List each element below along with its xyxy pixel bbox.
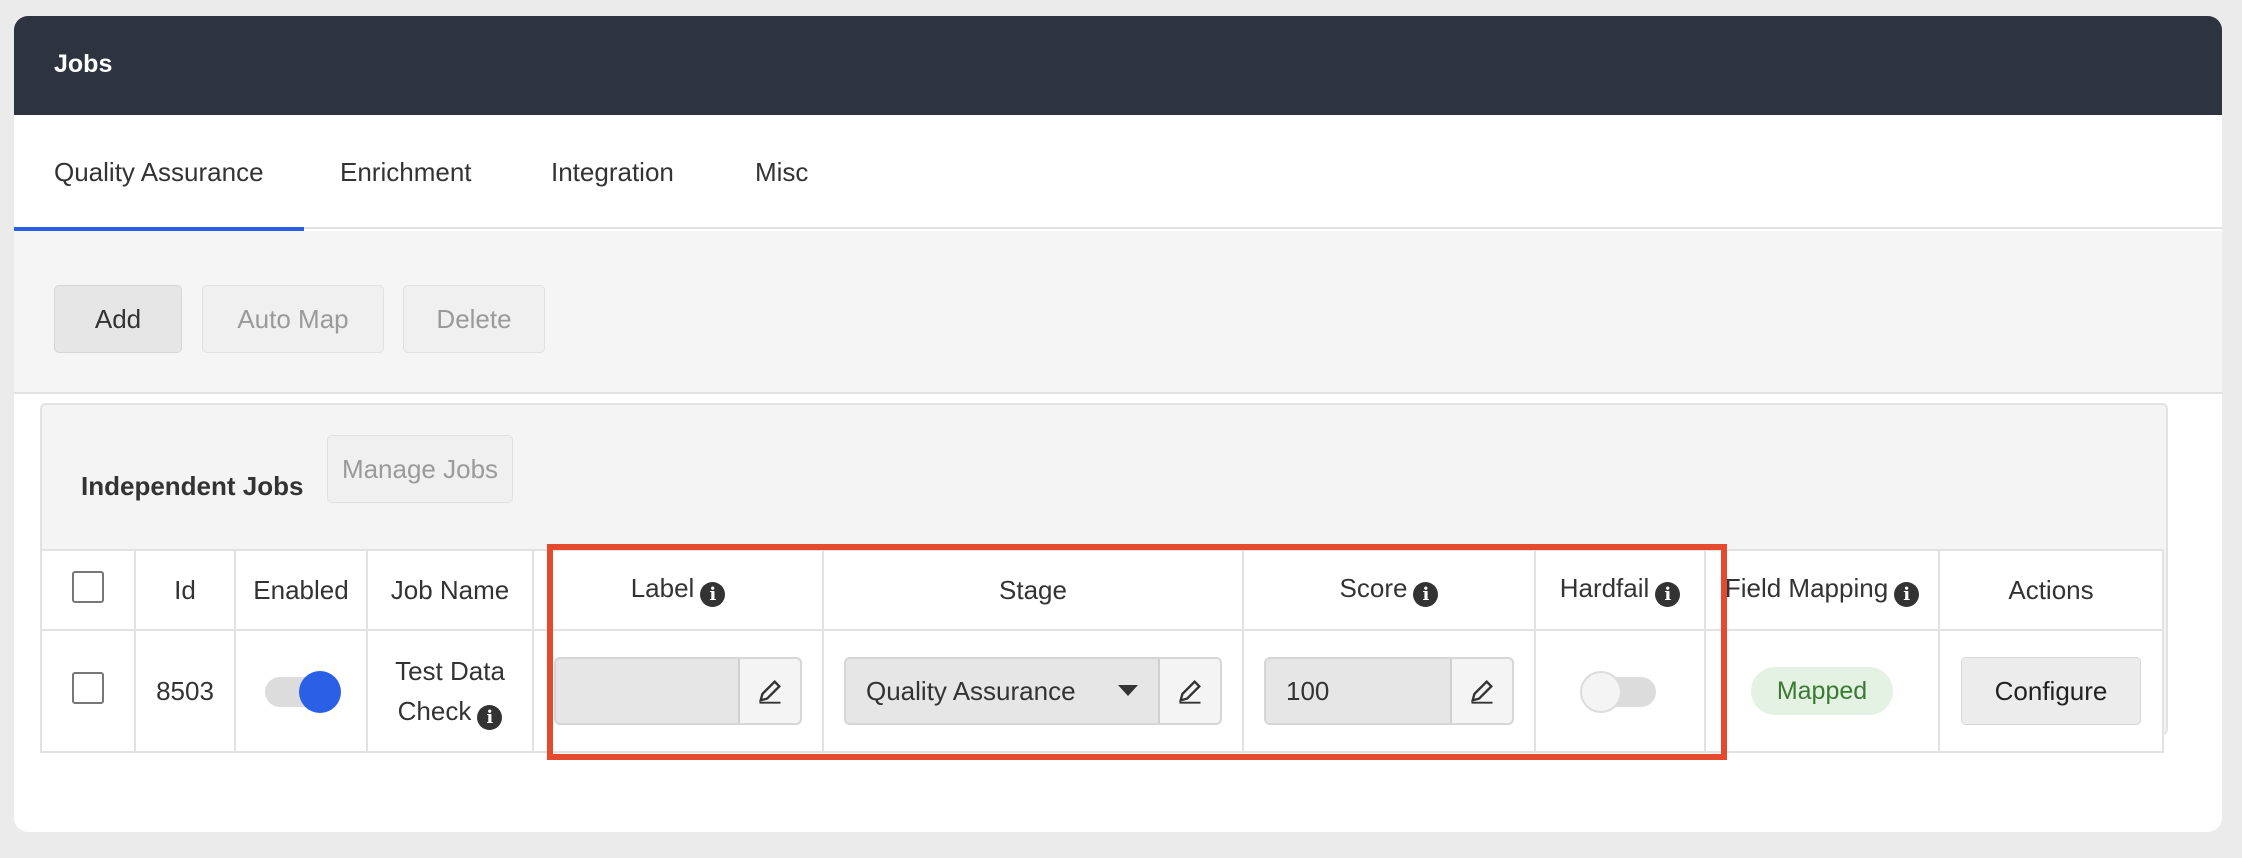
stage-value[interactable]: Quality Assurance bbox=[846, 659, 1098, 723]
header-field-mapping: Field Mapping bbox=[1724, 573, 1889, 603]
info-icon[interactable]: i bbox=[1894, 582, 1920, 607]
jobs-table: Id Enabled Job Name Label i Stage Score i … bbox=[40, 549, 2164, 753]
caret-down-icon[interactable] bbox=[1098, 659, 1158, 723]
row-label-cell bbox=[532, 629, 824, 753]
header-label-cell: Label i bbox=[532, 549, 824, 631]
title-bar: Jobs bbox=[14, 16, 2222, 115]
pencil-icon bbox=[1471, 680, 1493, 704]
hardfail-toggle[interactable] bbox=[1580, 671, 1656, 714]
tab-quality-assurance[interactable]: Quality Assurance bbox=[14, 115, 304, 231]
stage-edit-button[interactable] bbox=[1158, 659, 1220, 723]
tab-integration[interactable]: Integration bbox=[551, 115, 674, 229]
tab-bar: Quality Assurance Enrichment Integration… bbox=[14, 115, 2222, 231]
header-id: Id bbox=[134, 549, 236, 631]
info-icon[interactable]: i bbox=[1655, 582, 1681, 607]
score-field: 100 bbox=[1264, 657, 1514, 725]
header-field-mapping-cell: Field Mapping i bbox=[1704, 549, 1940, 631]
job-name-line-2-wrap: Check i bbox=[368, 691, 532, 731]
row-field-mapping-cell: Mapped bbox=[1704, 629, 1940, 753]
row-checkbox[interactable] bbox=[72, 671, 104, 704]
row-actions-cell: Configure bbox=[1938, 629, 2164, 753]
select-all-cell bbox=[40, 549, 136, 631]
info-icon[interactable]: i bbox=[700, 582, 726, 607]
score-edit-button[interactable] bbox=[1450, 659, 1512, 723]
info-icon[interactable]: i bbox=[477, 705, 503, 730]
panel-heading: Independent Jobs bbox=[81, 471, 304, 501]
label-edit-button[interactable] bbox=[738, 659, 800, 723]
pencil-icon bbox=[759, 680, 781, 704]
pencil-icon bbox=[1179, 680, 1201, 704]
configure-button[interactable]: Configure bbox=[1961, 657, 2141, 725]
row-select-cell bbox=[40, 629, 136, 753]
select-all-checkbox[interactable] bbox=[72, 570, 104, 603]
table-header-row: Id Enabled Job Name Label i Stage Score i … bbox=[40, 549, 2164, 631]
job-name-line-1: Test Data bbox=[395, 656, 505, 686]
score-input[interactable]: 100 bbox=[1266, 659, 1450, 723]
header-hardfail: Hardfail bbox=[1559, 573, 1650, 603]
toolbar: Add Auto Map Delete bbox=[14, 231, 2222, 394]
tab-misc[interactable]: Misc bbox=[755, 115, 808, 229]
row-job-name-cell: Test Data Check i bbox=[366, 629, 534, 753]
header-job-name: Job Name bbox=[366, 549, 534, 631]
job-name-line-2: Check bbox=[397, 696, 472, 726]
header-stage: Stage bbox=[822, 549, 1244, 631]
row-hardfail-cell bbox=[1534, 629, 1706, 753]
header-enabled: Enabled bbox=[234, 549, 368, 631]
table-row: 8503 Test Data Checki Quality Assurance bbox=[40, 629, 2164, 753]
stage-select[interactable]: Quality Assurance bbox=[844, 657, 1222, 725]
add-button[interactable]: Add bbox=[54, 285, 182, 353]
page-title: Jobs bbox=[54, 50, 113, 78]
header-actions: Actions bbox=[1938, 549, 2164, 631]
row-enabled-cell bbox=[234, 629, 368, 753]
label-input[interactable] bbox=[556, 659, 738, 723]
status-badge: Mapped bbox=[1750, 667, 1894, 715]
row-stage-cell: Quality Assurance bbox=[822, 629, 1244, 753]
delete-button[interactable]: Delete bbox=[403, 285, 545, 353]
row-id: 8503 bbox=[134, 629, 236, 753]
manage-jobs-button[interactable]: Manage Jobs bbox=[327, 435, 513, 503]
tab-enrichment[interactable]: Enrichment bbox=[340, 115, 472, 229]
info-icon[interactable]: i bbox=[1413, 582, 1439, 607]
header-label: Label bbox=[630, 573, 695, 603]
toggle-knob bbox=[299, 671, 341, 714]
header-score-cell: Score i bbox=[1242, 549, 1536, 631]
toggle-knob bbox=[1580, 671, 1622, 714]
label-field bbox=[554, 657, 802, 725]
header-score: Score bbox=[1339, 573, 1408, 603]
row-score-cell: 100 bbox=[1242, 629, 1536, 753]
header-hardfail-cell: Hardfail i bbox=[1534, 549, 1706, 631]
enabled-toggle[interactable] bbox=[265, 671, 341, 714]
auto-map-button[interactable]: Auto Map bbox=[202, 285, 384, 353]
